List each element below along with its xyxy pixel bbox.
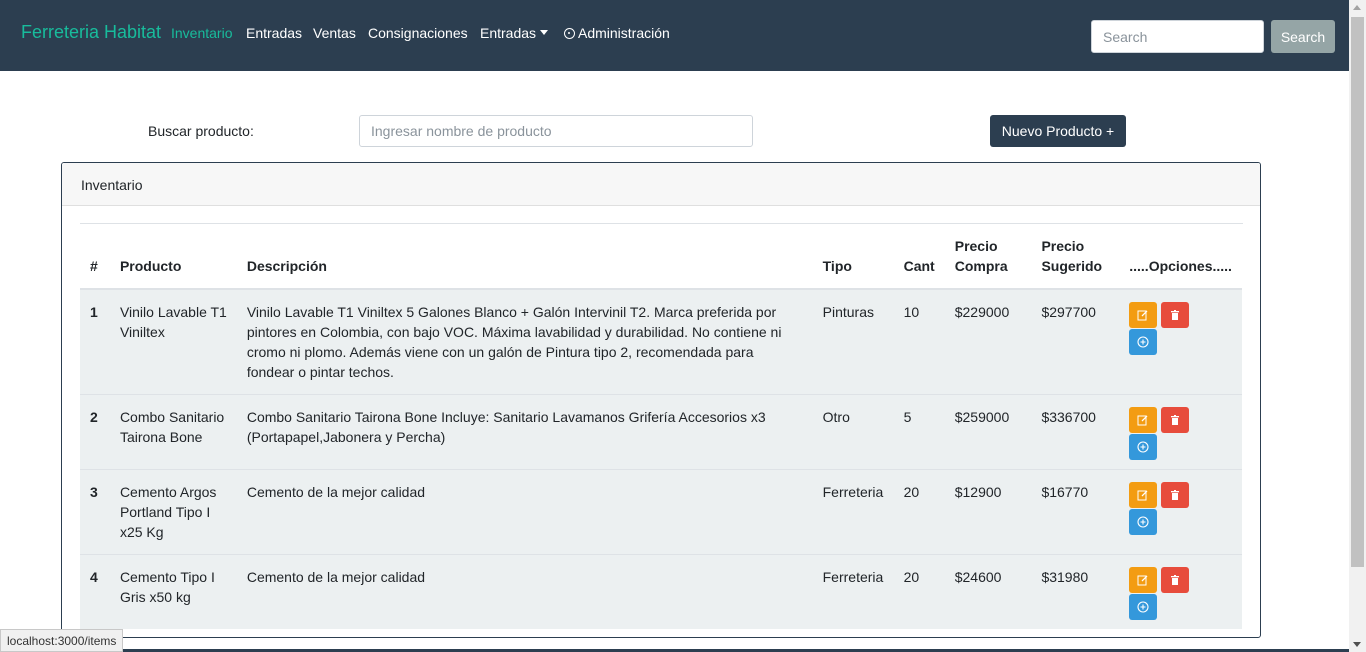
delete-button[interactable] — [1161, 567, 1190, 593]
add-button[interactable] — [1129, 594, 1158, 620]
plus-circle-icon — [1137, 601, 1149, 613]
card-header: Inventario — [62, 163, 1260, 206]
inventario-table: # Producto Descripción Tipo Cant Precio … — [80, 224, 1242, 629]
trash-icon — [1171, 415, 1180, 425]
edit-icon — [1137, 415, 1148, 426]
top-navbar: Ferreteria Habitat Inventario Entradas V… — [0, 0, 1349, 71]
cell-producto: Vinilo Lavable T1 Viniltex — [109, 288, 237, 395]
trash-icon — [1171, 575, 1180, 585]
dropdown-label: Entradas — [480, 25, 537, 41]
cell-descripcion: Combo Sanitario Tairona Bone Incluye: Sa… — [236, 394, 813, 470]
cell-opciones — [1119, 554, 1242, 629]
cell-opciones — [1119, 394, 1242, 470]
add-button[interactable] — [1129, 509, 1158, 535]
cell-num: 4 — [80, 554, 110, 629]
inventario-table-wrap: # Producto Descripción Tipo Cant Precio … — [80, 223, 1243, 629]
delete-button[interactable] — [1161, 407, 1190, 433]
edit-button[interactable] — [1129, 407, 1158, 433]
col-producto: Producto — [109, 224, 237, 290]
plus-circle-icon — [1137, 336, 1149, 348]
cell-precio-sugerido: $31980 — [1031, 554, 1120, 629]
nav-entradas[interactable]: Entradas — [246, 25, 302, 41]
cell-precio-compra: $24600 — [944, 554, 1032, 629]
nav-administracion[interactable]: Administración — [564, 25, 670, 41]
cell-descripcion: Cemento de la mejor calidad — [236, 554, 813, 629]
nav-entradas-dropdown[interactable]: Entradas — [480, 25, 549, 41]
buscar-producto-input[interactable] — [359, 115, 753, 147]
buscar-producto-label: Buscar producto: — [148, 123, 254, 139]
scroll-down-arrow-icon[interactable] — [1353, 642, 1361, 647]
edit-button[interactable] — [1129, 567, 1158, 593]
nav-consignaciones[interactable]: Consignaciones — [368, 25, 468, 41]
cell-tipo: Pinturas — [812, 288, 894, 395]
trash-icon — [1171, 310, 1180, 320]
cell-cant: 20 — [893, 469, 945, 555]
cell-cant: 20 — [893, 554, 945, 629]
edit-icon — [1137, 490, 1148, 501]
cell-tipo: Ferreteria — [812, 469, 894, 555]
edit-button[interactable] — [1129, 482, 1158, 508]
cell-precio-compra: $12900 — [944, 469, 1032, 555]
edit-icon — [1137, 310, 1148, 321]
status-bar-url: localhost:3000/items — [0, 629, 124, 652]
col-precio-compra: Precio Compra — [944, 224, 1032, 290]
table-header-row: # Producto Descripción Tipo Cant Precio … — [80, 224, 1242, 290]
nuevo-producto-button[interactable]: Nuevo Producto + — [990, 115, 1126, 147]
col-num: # — [80, 224, 110, 290]
caret-down-icon — [540, 30, 549, 35]
table-row: 1 Vinilo Lavable T1 Viniltex Vinilo Lava… — [80, 288, 1242, 395]
edit-button[interactable] — [1129, 302, 1158, 328]
scroll-thumb[interactable] — [1351, 17, 1364, 567]
cell-producto: Combo Sanitario Tairona Bone — [109, 394, 237, 470]
cell-tipo: Ferreteria — [812, 554, 894, 629]
add-button[interactable] — [1129, 434, 1158, 460]
delete-button[interactable] — [1161, 482, 1190, 508]
cell-precio-sugerido: $16770 — [1031, 469, 1120, 555]
plus-circle-icon — [1137, 441, 1149, 453]
admin-label: Administración — [578, 25, 670, 41]
cell-producto: Cemento Argos Portland Tipo I x25 Kg — [109, 469, 237, 555]
col-precio-sugerido: Precio Sugerido — [1031, 224, 1120, 290]
cell-opciones — [1119, 469, 1242, 555]
table-row: 2 Combo Sanitario Tairona Bone Combo San… — [80, 394, 1242, 470]
cell-tipo: Otro — [812, 394, 894, 470]
col-cant: Cant — [893, 224, 945, 290]
cell-num: 1 — [80, 288, 110, 395]
cell-precio-compra: $229000 — [944, 288, 1032, 395]
cell-producto: Cemento Tipo I Gris x50 kg — [109, 554, 237, 629]
search-input[interactable] — [1091, 20, 1264, 53]
cell-cant: 10 — [893, 288, 945, 395]
cell-precio-sugerido: $336700 — [1031, 394, 1120, 470]
vertical-scrollbar[interactable] — [1349, 0, 1366, 652]
plus-circle-icon — [1137, 516, 1149, 528]
table-row: 4 Cemento Tipo I Gris x50 kg Cemento de … — [80, 554, 1242, 629]
cell-num: 3 — [80, 469, 110, 555]
delete-button[interactable] — [1161, 302, 1190, 328]
cell-opciones — [1119, 288, 1242, 395]
scroll-up-arrow-icon[interactable] — [1353, 5, 1361, 10]
cell-num: 2 — [80, 394, 110, 470]
cell-precio-compra: $259000 — [944, 394, 1032, 470]
cell-descripcion: Cemento de la mejor calidad — [236, 469, 813, 555]
nav-ventas[interactable]: Ventas — [313, 25, 356, 41]
cell-precio-sugerido: $297700 — [1031, 288, 1120, 395]
cell-cant: 5 — [893, 394, 945, 470]
cell-descripcion: Vinilo Lavable T1 Viniltex 5 Galones Bla… — [236, 288, 813, 395]
table-row: 3 Cemento Argos Portland Tipo I x25 Kg C… — [80, 469, 1242, 555]
nav-inventario[interactable]: Inventario — [171, 25, 232, 41]
col-tipo: Tipo — [812, 224, 894, 290]
brand-link[interactable]: Ferreteria Habitat — [21, 22, 161, 43]
col-opciones: .....Opciones..... — [1119, 224, 1242, 290]
search-button[interactable]: Search — [1271, 20, 1335, 53]
dashboard-icon — [564, 28, 575, 39]
trash-icon — [1171, 490, 1180, 500]
edit-icon — [1137, 575, 1148, 586]
col-descripcion: Descripción — [236, 224, 813, 290]
add-button[interactable] — [1129, 329, 1158, 355]
inventario-card: Inventario # Producto Descripción Tipo C… — [61, 162, 1261, 638]
